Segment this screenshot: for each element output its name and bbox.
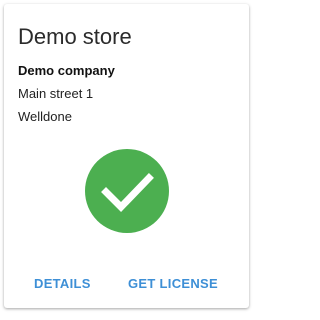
address-line-1: Main street 1 <box>18 86 94 101</box>
get-license-button[interactable]: GET LICENSE <box>128 276 218 291</box>
store-card: Demo store Demo company Main street 1 We… <box>4 4 249 308</box>
company-name: Demo company <box>18 63 115 78</box>
check-circle-icon <box>85 149 169 233</box>
address-line-2: Welldone <box>18 109 72 124</box>
store-title: Demo store <box>18 24 132 49</box>
details-button[interactable]: DETAILS <box>34 276 91 291</box>
